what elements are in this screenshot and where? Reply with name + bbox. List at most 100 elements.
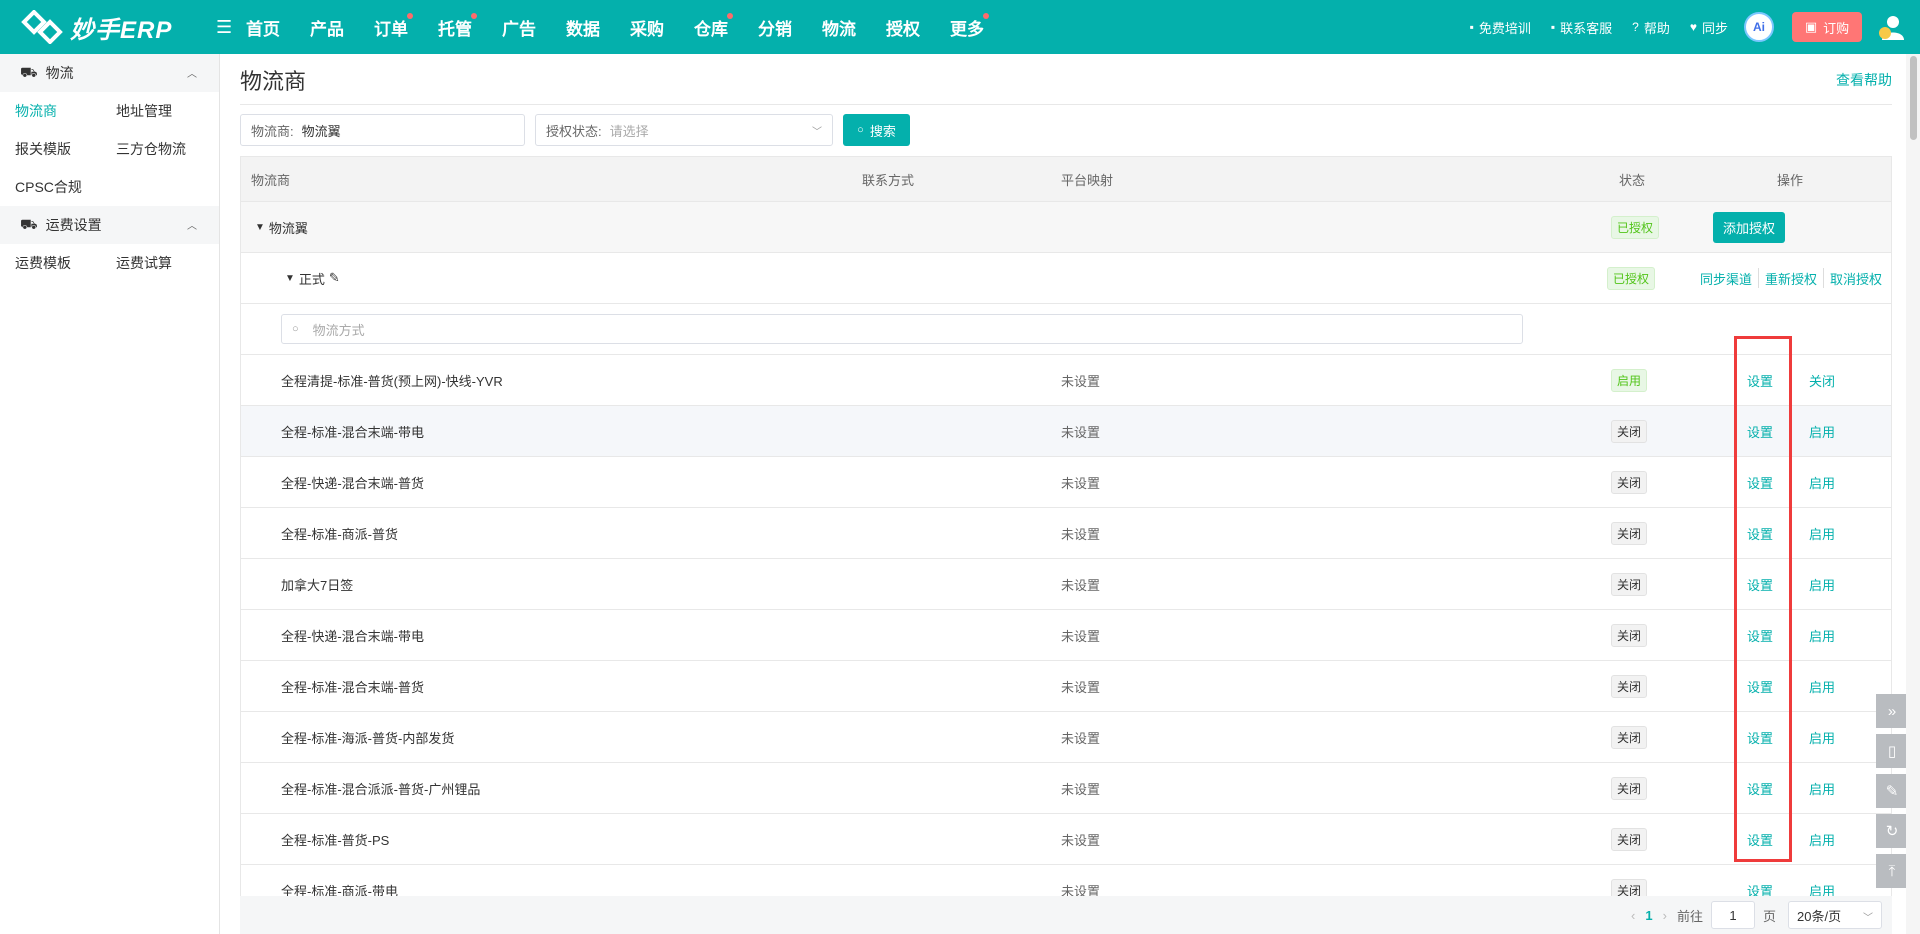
table-row: 全程-标准-混合末端-带电 未设置 关闭 设置 启用 [241,406,1891,457]
mobile-icon[interactable]: ▯ [1876,734,1908,768]
sync-channel-link[interactable]: 同步渠道 [1700,269,1752,288]
separator [1758,268,1760,288]
toggle-link[interactable]: 启用 [1809,728,1835,747]
status-badge: 关闭 [1611,776,1648,800]
method-name: 全程-标准-混合末端-普货 [281,679,424,695]
toggle-link[interactable]: 启用 [1809,626,1835,645]
header-action: 操作 [1777,172,1804,188]
sidebar-item-customs-template[interactable]: 报关模版 [0,139,101,159]
question-icon: ? [1632,20,1639,34]
nav-item-0[interactable]: 首页 [246,11,280,44]
header-tools: ▪ 免费培训 ▪ 联系客服 ? 帮助 ♥ 同步 Ai ▣ 订购 [1450,0,1906,54]
user-avatar[interactable] [1876,12,1906,42]
nav-item-6[interactable]: 采购 [630,11,664,44]
view-help-link[interactable]: 查看帮助 [1836,70,1892,90]
nav-item-7[interactable]: 仓库 [694,11,733,44]
sidebar-item-shipping-template[interactable]: 运费模板 [0,253,101,273]
sidebar-item-address[interactable]: 地址管理 [101,101,202,121]
back-to-top-icon[interactable]: ⤒ [1876,854,1908,888]
toggle-link[interactable]: 启用 [1809,524,1835,543]
status-badge: 关闭 [1611,470,1648,494]
user-icon [1879,16,1904,40]
sidebar-item-cpsc[interactable]: CPSC合规 [0,177,101,197]
page-size-select[interactable]: 20条/页 ﹀ [1788,901,1882,929]
add-auth-button[interactable]: 添加授权 [1713,211,1786,243]
refresh-icon[interactable]: ↻ [1876,814,1908,848]
reauthorize-link[interactable]: 重新授权 [1765,269,1817,288]
next-page-icon[interactable]: › [1663,908,1667,923]
edit-icon[interactable]: ✎ [329,270,340,286]
contact-support-link[interactable]: ▪ 联系客服 [1551,18,1612,37]
notification-dot [471,12,477,19]
table-row: 全程-标准-海派-普货-内部发货 未设置 关闭 设置 启用 [241,712,1891,763]
table-row: 全程-标准-普货-PS 未设置 关闭 设置 启用 [241,814,1891,865]
collapse-icon[interactable]: » [1876,694,1908,728]
group-expand[interactable]: ▼ 物流翼 [255,202,308,252]
notification-dot [983,12,989,19]
status-badge: 关闭 [1611,419,1648,443]
floating-toolbar: » ▯ ✎ ↻ ⤒ [1876,694,1908,894]
toggle-link[interactable]: 启用 [1809,830,1835,849]
nav-item-5[interactable]: 数据 [566,11,600,44]
page-number[interactable]: 1 [1645,908,1652,923]
page-scrollbar[interactable] [1906,54,1920,934]
nav-item-10[interactable]: 授权 [886,11,920,44]
mapping-value: 未设置 [1061,781,1101,797]
search-button[interactable]: ○ 搜索 [843,114,910,146]
prev-page-icon[interactable]: ‹ [1631,908,1635,923]
main-nav: 首页 产品 订单 托管 广告 数据 采购 仓库 分销 物流 授权 更多 [246,11,1014,44]
toggle-link[interactable]: 关闭 [1809,371,1835,390]
app-logo[interactable]: 妙手ERP [20,10,190,45]
truck-icon: ⛟ [20,215,38,232]
method-name: 全程-快递-混合末端-带电 [281,628,424,644]
carrier-filter-input[interactable]: 物流商: 物流翼 [240,114,525,146]
auth-status-select[interactable]: 授权状态: 请选择 ﹀ [535,114,833,146]
help-link[interactable]: ? 帮助 [1632,18,1670,37]
sync-link[interactable]: ♥ 同步 [1690,18,1728,37]
chevron-up-icon: ︿ [187,221,197,232]
free-training-link[interactable]: ▪ 免费培训 [1470,18,1531,37]
mapping-value: 未设置 [1061,424,1101,440]
sidebar-item-carrier[interactable]: 物流商 [0,101,101,121]
nav-item-11[interactable]: 更多 [950,11,989,44]
toggle-link[interactable]: 启用 [1809,422,1835,441]
caret-down-icon: ▼ [255,221,265,233]
status-badge: 关闭 [1611,521,1648,545]
order-button[interactable]: ▣ 订购 [1792,12,1862,42]
bag-icon: ▣ [1804,19,1818,34]
toggle-link[interactable]: 启用 [1809,575,1835,594]
sidebar-group-shipping-settings[interactable]: ⛟ 运费设置 ︿ [0,206,219,244]
sidebar-group-logistics[interactable]: ⛟ 物流 ︿ [0,54,219,92]
nav-item-9[interactable]: 物流 [822,11,856,44]
nav-item-4[interactable]: 广告 [502,11,536,44]
goto-page-input[interactable]: 1 [1710,901,1755,929]
header-carrier: 物流商 [251,172,291,188]
ai-assistant-button[interactable]: Ai [1744,12,1774,42]
sidebar-item-3pl-logistics[interactable]: 三方仓物流 [101,139,202,159]
sub-expand[interactable]: ▼ 正式 ✎ [285,253,340,303]
status-badge: 关闭 [1611,827,1648,851]
status-badge: 已授权 [1607,266,1656,290]
toggle-link[interactable]: 启用 [1809,779,1835,798]
feedback-icon[interactable]: ✎ [1876,774,1908,808]
auth-sub-row: ▼ 正式 ✎ 已授权 同步渠道 重新授权 取消授权 [241,253,1891,304]
mapping-value: 未设置 [1061,475,1101,491]
status-badge: 启用 [1611,368,1648,392]
toggle-link[interactable]: 启用 [1809,473,1835,492]
scrollbar-thumb[interactable] [1910,56,1917,140]
nav-item-1[interactable]: 产品 [310,11,344,44]
chevron-down-icon: ﹀ [812,127,822,138]
method-search-input[interactable]: ○ 物流方式 [281,314,1523,344]
nav-item-8[interactable]: 分销 [758,11,792,44]
cancel-auth-link[interactable]: 取消授权 [1830,269,1882,288]
sidebar-item-shipping-calculator[interactable]: 运费试算 [101,253,202,273]
method-name: 全程-标准-混合末端-带电 [281,424,424,440]
menu-toggle-icon[interactable]: ☰ [216,17,234,38]
nav-item-3[interactable]: 托管 [438,11,477,44]
nav-item-2[interactable]: 订单 [374,11,413,44]
chevron-up-icon: ︿ [187,69,197,80]
table-row: 加拿大7日签 未设置 关闭 设置 启用 [241,559,1891,610]
status-badge: 关闭 [1611,725,1648,749]
toggle-link[interactable]: 启用 [1809,677,1835,696]
status-badge: 关闭 [1611,623,1648,647]
